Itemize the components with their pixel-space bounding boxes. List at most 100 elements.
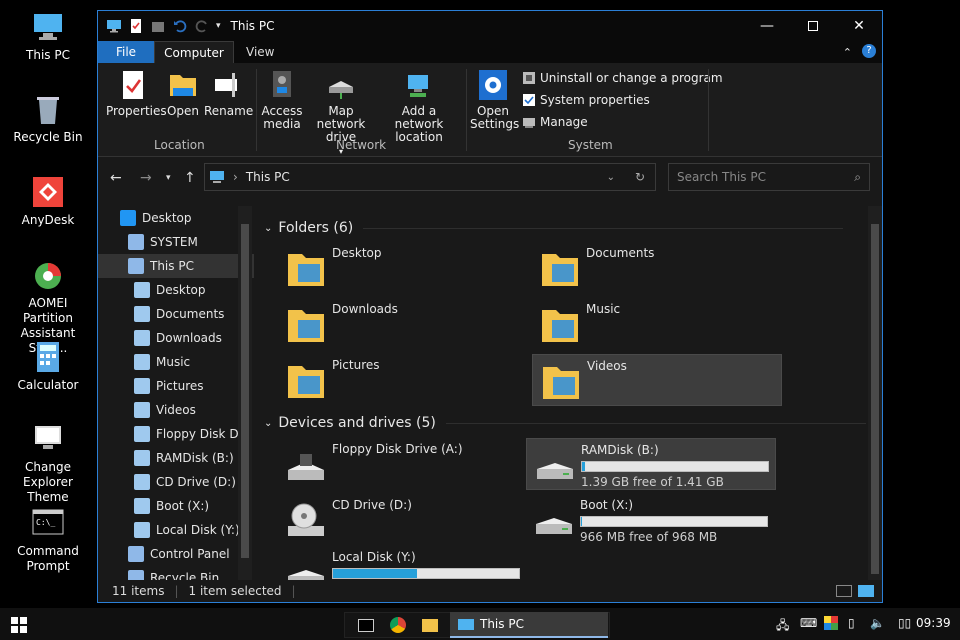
command-prompt-icon: C:\_ (32, 509, 64, 535)
drive-tile[interactable]: CD Drive (D:) (278, 494, 528, 546)
rename-button[interactable]: Rename (204, 69, 253, 118)
drive-tile[interactable]: Boot (X:) 966 MB free of 968 MB (526, 494, 776, 546)
selection-count: 1 item selected (188, 584, 282, 598)
open-settings-button[interactable]: Open Settings (470, 69, 519, 131)
folder-tile[interactable]: Downloads (278, 298, 528, 350)
recent-locations-button[interactable]: ▾ (166, 173, 171, 183)
manage-button[interactable]: Manage (522, 115, 588, 129)
desktop-icon[interactable]: AnyDesk (2, 175, 94, 228)
keyboard-icon[interactable]: ⌨ (800, 616, 817, 630)
add-network-location-button[interactable]: Add a network location (378, 69, 460, 144)
open-button[interactable]: Open (164, 69, 202, 118)
calculator-icon (37, 342, 59, 372)
access-media-button[interactable]: Access media (260, 69, 304, 131)
content-scroll-thumb[interactable] (871, 224, 879, 574)
system-properties-button[interactable]: System properties (522, 93, 650, 107)
taskbar-this-pc[interactable]: This PC (450, 612, 608, 638)
new-folder-icon[interactable] (150, 18, 166, 34)
nav-item[interactable]: Music (98, 350, 254, 374)
nav-item-icon (134, 378, 150, 394)
drive-tile[interactable]: Floppy Disk Drive (A:) (278, 438, 528, 490)
details-view-icon[interactable] (836, 585, 852, 597)
usb-icon[interactable]: ▯ (848, 616, 855, 630)
drive-tile[interactable]: Local Disk (Y:)39.1 GB free of 49.9 GB (278, 546, 528, 582)
address-row: ← → ▾ ↑ › This PC ⌄ ↻ Search This PC ⌕ (98, 163, 882, 193)
nav-item[interactable]: Floppy Disk Dri (98, 422, 254, 446)
svg-text:C:\_: C:\_ (36, 518, 55, 527)
desktop-icon[interactable]: Change Explorer Theme (2, 422, 94, 505)
folder-tile[interactable]: Music (532, 298, 782, 350)
desktop-icon[interactable]: Recycle Bin (2, 92, 94, 145)
title-bar: ▾ This PC — ✕ (98, 11, 882, 41)
content-scrollbar[interactable] (868, 206, 882, 582)
nav-item[interactable]: Local Disk (Y:) (98, 518, 254, 542)
minimize-button[interactable]: — (744, 11, 790, 41)
nav-item[interactable]: Boot (X:) (98, 494, 254, 518)
taskbar-cmd[interactable] (354, 612, 378, 638)
address-bar[interactable]: › This PC ⌄ ↻ (204, 163, 656, 191)
start-button[interactable] (6, 612, 32, 638)
folder-tile[interactable]: Pictures (278, 354, 528, 406)
breadcrumb-this-pc[interactable]: This PC (246, 170, 290, 184)
folders-section-header[interactable]: ⌄ Folders (6) (264, 220, 844, 236)
volume-muted-icon[interactable]: 🔈 (870, 616, 885, 630)
nav-item[interactable]: Documents (98, 302, 254, 326)
nav-item-icon (134, 474, 150, 490)
search-icon: ⌕ (854, 169, 861, 184)
nav-item[interactable]: SYSTEM (98, 230, 254, 254)
folder-tile[interactable]: Videos (532, 354, 782, 406)
nav-scroll-thumb[interactable] (241, 224, 249, 558)
drive-tile[interactable]: RAMDisk (B:) 1.39 GB free of 1.41 GB (526, 438, 776, 490)
collapse-ribbon-icon[interactable]: ⌃ (843, 46, 852, 59)
windows-logo-icon (11, 617, 27, 633)
clock[interactable]: 09:39 (916, 616, 951, 630)
tab-computer[interactable]: Computer (154, 41, 234, 63)
nav-item-icon (134, 306, 150, 322)
maximize-icon (808, 21, 818, 31)
refresh-icon[interactable]: ↻ (635, 170, 645, 184)
language-icon[interactable]: ▯▯ (898, 616, 911, 630)
nav-item[interactable]: RAMDisk (B:) (98, 446, 254, 470)
undo-icon[interactable] (172, 18, 188, 34)
nav-item-icon (134, 498, 150, 514)
forward-button[interactable]: → (140, 170, 152, 186)
properties-icon[interactable] (128, 18, 144, 34)
nav-item[interactable]: Control Panel (98, 542, 254, 566)
properties-button[interactable]: Properties (106, 69, 167, 118)
redo-icon[interactable] (194, 18, 210, 34)
drives-section-header[interactable]: ⌄ Devices and drives (5) (264, 415, 866, 431)
nav-scrollbar[interactable] (238, 206, 252, 582)
taskbar: This PC 🖧 ⌨ ▯ 🔈 ▯▯ 09:39 (0, 608, 960, 640)
folder-tile[interactable]: Desktop (278, 242, 528, 294)
search-input[interactable]: Search This PC ⌕ (668, 163, 870, 191)
back-button[interactable]: ← (110, 170, 122, 186)
uninstall-program-button[interactable]: Uninstall or change a program (522, 71, 723, 85)
folder-tile[interactable]: Documents (532, 242, 782, 294)
color-icon[interactable] (824, 616, 838, 630)
address-dropdown-icon[interactable]: ⌄ (607, 172, 615, 183)
network-icon[interactable]: 🖧 (776, 616, 789, 637)
content-pane: ⌄ Folders (6) ⌄ Devices and drives (5) D… (256, 206, 868, 582)
tab-file[interactable]: File (98, 41, 154, 63)
nav-item-icon (134, 354, 150, 370)
taskbar-explorer[interactable] (418, 612, 442, 638)
close-button[interactable]: ✕ (836, 11, 882, 41)
nav-item[interactable]: CD Drive (D:) (98, 470, 254, 494)
help-icon[interactable]: ? (862, 44, 876, 58)
nav-item[interactable]: This PC (98, 254, 254, 278)
desktop-icon[interactable]: This PC (2, 10, 94, 63)
nav-item[interactable]: Desktop (98, 278, 254, 302)
nav-item[interactable]: Desktop (98, 206, 254, 230)
taskbar-chrome[interactable] (386, 612, 410, 638)
folder-icon (288, 254, 324, 286)
desktop-icon[interactable]: C:\_ Command Prompt (2, 506, 94, 574)
large-icons-view-icon[interactable] (858, 585, 874, 597)
tab-view[interactable]: View (234, 41, 286, 63)
up-button[interactable]: ↑ (184, 170, 196, 186)
nav-item[interactable]: Videos (98, 398, 254, 422)
nav-item[interactable]: Pictures (98, 374, 254, 398)
nav-item[interactable]: Downloads (98, 326, 254, 350)
maximize-button[interactable] (790, 11, 836, 41)
qat-dropdown-icon[interactable]: ▾ (216, 21, 221, 31)
desktop-icon[interactable]: Calculator (2, 340, 94, 393)
